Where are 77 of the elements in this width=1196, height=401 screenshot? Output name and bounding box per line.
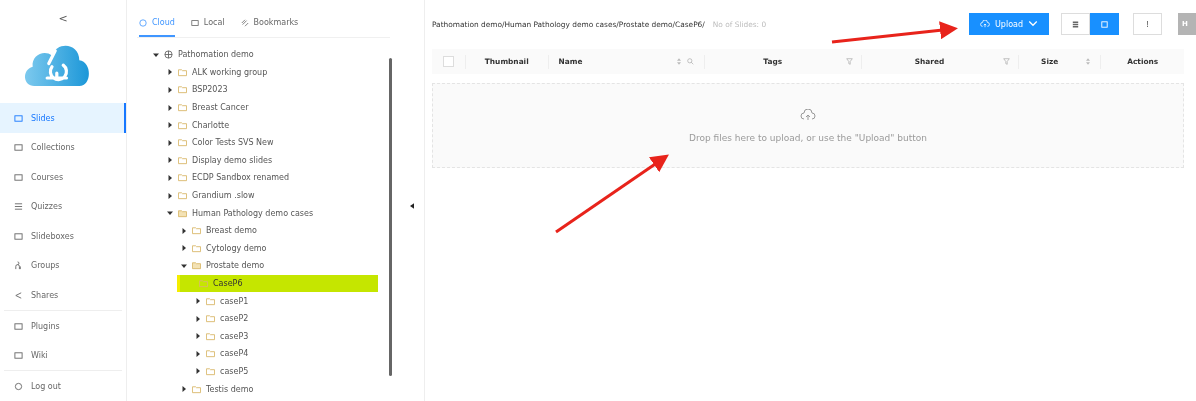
drop-hint: Drop files here to upload, or use the "Upload" button — [689, 132, 927, 143]
window-icon — [14, 172, 23, 182]
drive-icon — [190, 18, 199, 27]
caret-right-icon[interactable] — [195, 315, 201, 322]
source-tab[interactable]: Local — [190, 12, 225, 37]
caret-right-icon[interactable] — [195, 350, 201, 357]
sidebar-item[interactable]: Collections — [0, 132, 126, 163]
tree-item[interactable]: BSP2023 — [137, 81, 390, 99]
caret-right-icon[interactable] — [195, 298, 201, 305]
list-view-button[interactable] — [1061, 13, 1090, 35]
tree-item[interactable]: Grandium .slow — [137, 186, 390, 205]
tree-item[interactable]: caseP2 — [137, 309, 390, 328]
caret-right-icon[interactable] — [167, 192, 173, 199]
caret-down-icon[interactable] — [181, 262, 187, 269]
tree-item[interactable]: CaseP6 — [177, 274, 378, 293]
tree-item[interactable]: Cytology demo — [137, 239, 390, 258]
window-icon — [14, 231, 23, 241]
list-icon — [14, 202, 23, 212]
sidebar-item[interactable]: Groups — [0, 251, 126, 281]
link-icon — [240, 18, 249, 27]
caret-right-icon[interactable] — [167, 122, 173, 129]
caret-down-icon[interactable] — [153, 51, 159, 58]
globe-icon — [164, 50, 173, 60]
sidebar-item[interactable]: Plugins — [0, 311, 126, 341]
window-icon — [14, 321, 23, 331]
caret-right-icon[interactable] — [181, 245, 187, 252]
sidebar-item[interactable]: Slideboxes — [0, 221, 126, 252]
tree-item[interactable]: Charlotte — [137, 116, 390, 134]
tree-item[interactable]: caseP4 — [137, 345, 390, 363]
collapse-button[interactable]: < — [58, 12, 68, 25]
sidebar-item[interactable]: Quizzes — [0, 192, 126, 222]
globe-icon — [139, 18, 147, 27]
caret-down-icon[interactable] — [167, 210, 173, 217]
caret-right-icon[interactable] — [181, 386, 187, 393]
upload-cloud-icon — [800, 108, 816, 121]
square-icon — [1100, 19, 1109, 29]
tree-item[interactable]: ECDP Sandbox renamed — [137, 169, 390, 187]
sidebar-item[interactable]: Wiki — [0, 340, 126, 371]
source-tab[interactable]: Bookmarks — [240, 12, 299, 37]
upload-cloud-icon — [979, 20, 990, 28]
sidebar-item[interactable]: Courses — [0, 162, 126, 192]
tree-item[interactable]: Prostate demo — [137, 257, 390, 275]
tree-item[interactable]: Breast Cancer — [137, 98, 390, 117]
tree-item[interactable]: Display demo slides — [137, 151, 390, 170]
share-icon — [14, 291, 23, 300]
people-icon — [14, 261, 23, 271]
list-icon — [1071, 19, 1080, 29]
tree-item[interactable]: caseP1 — [137, 292, 390, 310]
caret-right-icon[interactable] — [195, 368, 201, 375]
caret-right-icon[interactable] — [167, 174, 173, 181]
caret-right-icon[interactable] — [195, 333, 201, 340]
caret-right-icon[interactable] — [167, 104, 173, 111]
window-icon — [14, 143, 23, 153]
caret-right-icon[interactable] — [167, 69, 173, 76]
window-icon — [14, 113, 23, 123]
tree-item[interactable]: Testis demo — [137, 380, 390, 398]
collapse-panel-icon[interactable] — [410, 202, 414, 209]
sidebar-item[interactable]: Slides — [0, 103, 126, 133]
tree-item[interactable]: Color Tests SVS New — [137, 133, 390, 152]
sidebar-item[interactable]: Shares — [0, 280, 126, 311]
chevron-down-icon — [1028, 20, 1038, 28]
caret-right-icon[interactable] — [167, 139, 173, 146]
tree-item[interactable]: caseP3 — [137, 327, 390, 346]
power-icon — [14, 381, 23, 391]
caret-right-icon[interactable] — [167, 87, 173, 93]
caret-right-icon[interactable] — [167, 157, 173, 164]
window-icon — [14, 351, 23, 361]
tree-item[interactable]: Human Pathology demo cases — [137, 204, 390, 222]
scrollbar[interactable] — [389, 58, 392, 376]
tree-item[interactable]: caseP5 — [137, 362, 390, 381]
info-button[interactable]: ! — [1133, 13, 1162, 35]
tree-item[interactable]: Breast demo — [137, 221, 390, 240]
select-all-checkbox[interactable] — [443, 56, 454, 67]
tree-item[interactable]: Pathomation demo — [137, 46, 390, 64]
tree-item[interactable]: ALK working group — [137, 63, 390, 82]
sidebar-item[interactable]: Log out — [0, 371, 126, 401]
caret-right-icon[interactable] — [181, 227, 187, 234]
